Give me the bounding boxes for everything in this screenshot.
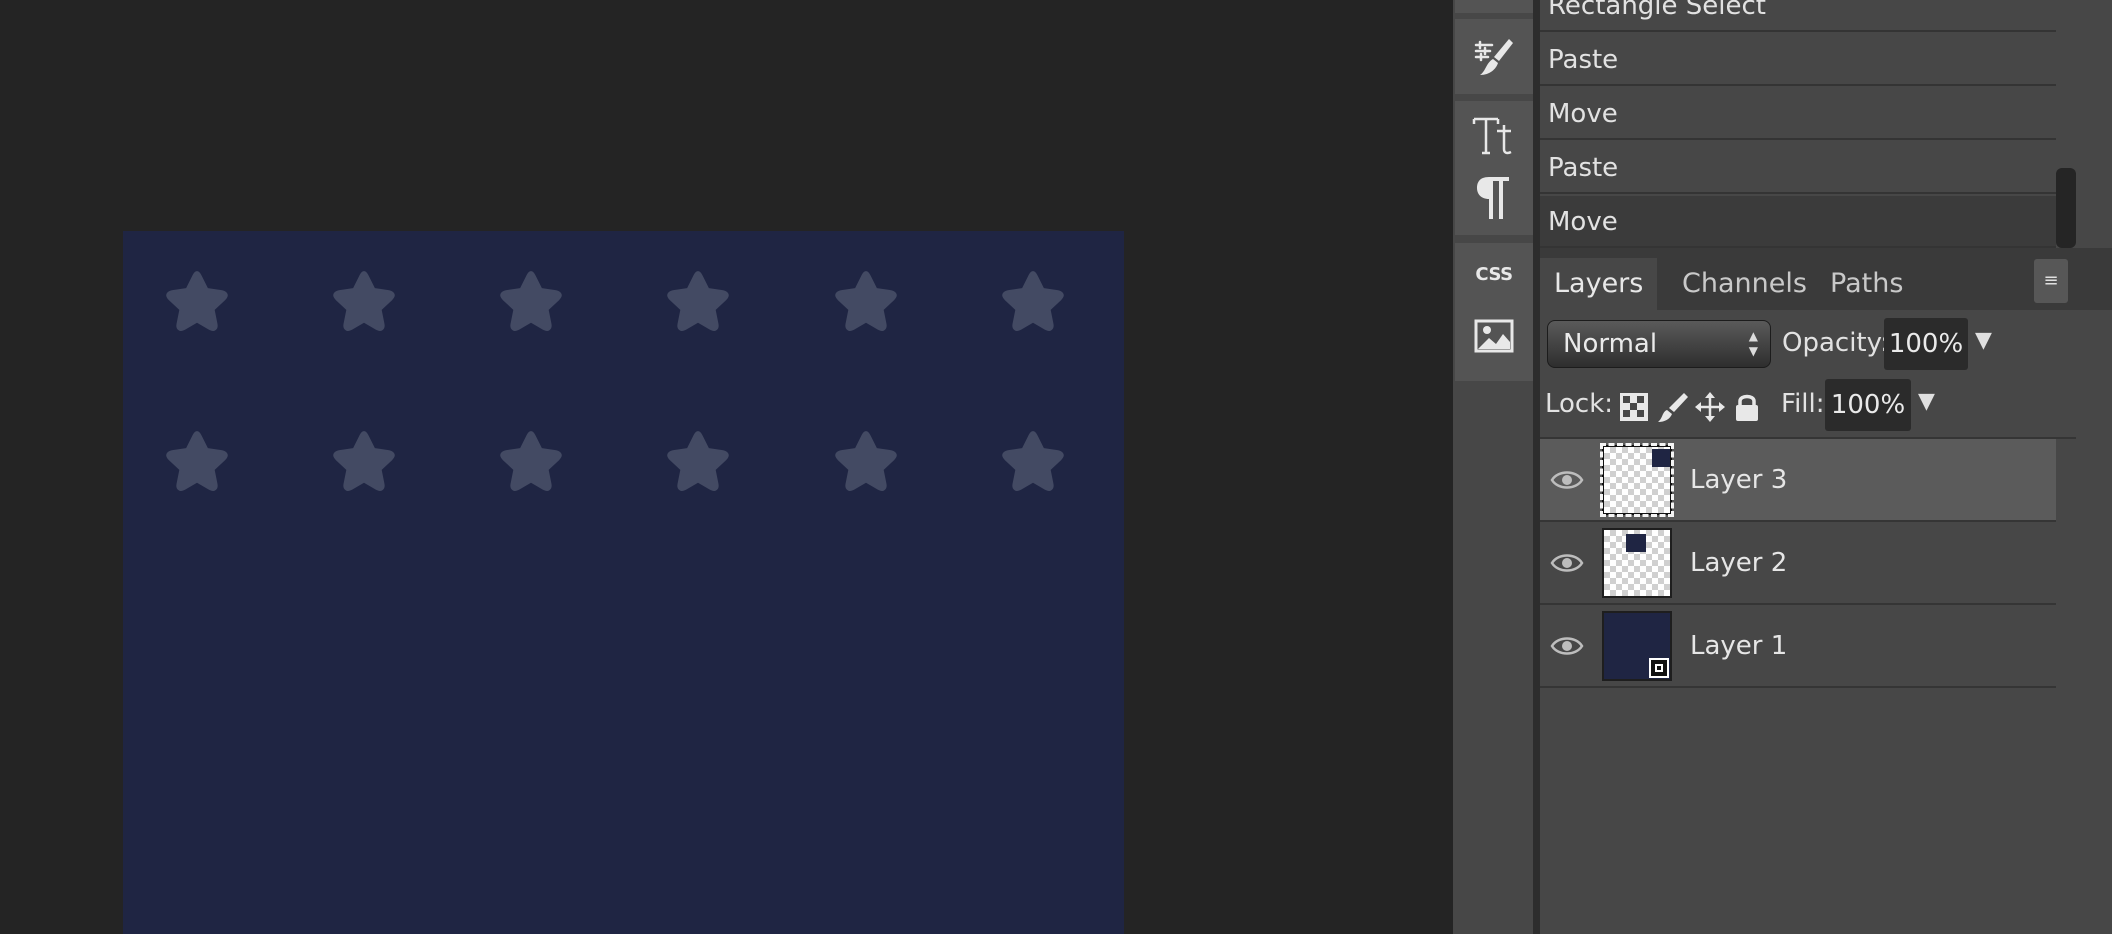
css-tool-button[interactable]: CSS bbox=[1455, 253, 1533, 293]
lock-position-icon[interactable] bbox=[1694, 391, 1726, 423]
tool-group-top bbox=[1455, 0, 1533, 13]
star-shape bbox=[999, 427, 1067, 495]
tool-group-extra: CSS bbox=[1455, 243, 1533, 381]
select-arrows-icon: ▲ ▼ bbox=[1748, 329, 1758, 358]
layer-name: Layer 3 bbox=[1690, 465, 1788, 495]
tool-group-text bbox=[1455, 101, 1533, 235]
lock-transparency-icon[interactable] bbox=[1618, 391, 1650, 423]
layer-name: Layer 1 bbox=[1690, 631, 1788, 661]
star-shape bbox=[664, 267, 732, 335]
layers-divider bbox=[1540, 437, 2076, 439]
fill-field[interactable]: 100% bbox=[1825, 379, 1911, 431]
thumbnail-content bbox=[1652, 449, 1670, 467]
fill-label: Fill: bbox=[1781, 389, 1825, 419]
fill-dropdown-icon[interactable]: ▼ bbox=[1918, 389, 1935, 414]
eye-icon[interactable] bbox=[1550, 629, 1584, 663]
history-panel: Rectangle Select Paste Move Paste Move bbox=[1540, 0, 2112, 248]
panel-divider[interactable] bbox=[1533, 0, 1540, 934]
tab-layers-label: Layers bbox=[1554, 268, 1644, 299]
css-icon: CSS bbox=[1472, 261, 1516, 285]
history-scrollbar-thumb[interactable] bbox=[2056, 168, 2076, 248]
text-icon bbox=[1471, 113, 1517, 159]
css-icon-label: CSS bbox=[1475, 264, 1512, 285]
tool-group-brush bbox=[1455, 19, 1533, 94]
layer-row[interactable]: Layer 3 bbox=[1540, 439, 2056, 522]
layer-name: Layer 2 bbox=[1690, 548, 1788, 578]
history-item[interactable]: Move bbox=[1540, 88, 2056, 140]
paragraph-icon bbox=[1475, 175, 1513, 221]
layer-row[interactable]: Layer 2 bbox=[1540, 522, 2056, 605]
tool-strip: CSS bbox=[1453, 0, 1533, 934]
tab-layers[interactable]: Layers bbox=[1540, 258, 1658, 310]
workspace bbox=[0, 0, 1453, 934]
eye-icon[interactable] bbox=[1550, 546, 1584, 580]
history-item-label: Paste bbox=[1548, 153, 1619, 183]
layer-thumbnail[interactable] bbox=[1602, 611, 1672, 681]
history-item-label: Rectangle Select bbox=[1548, 0, 1766, 21]
star-shape bbox=[163, 427, 231, 495]
smart-object-badge-icon bbox=[1649, 658, 1669, 678]
blend-mode-select[interactable]: Normal ▲ ▼ bbox=[1547, 320, 1771, 368]
thumbnail-content bbox=[1626, 534, 1646, 552]
history-item[interactable]: Paste bbox=[1540, 142, 2056, 194]
star-shape bbox=[330, 267, 398, 335]
lock-paint-icon[interactable] bbox=[1657, 391, 1689, 423]
tab-paths[interactable]: Paths bbox=[1816, 258, 1917, 310]
blend-mode-value: Normal bbox=[1563, 329, 1658, 359]
star-shape bbox=[999, 267, 1067, 335]
star-shape bbox=[664, 427, 732, 495]
right-panel: Rectangle Select Paste Move Paste Move L… bbox=[1540, 0, 2112, 934]
fill-value: 100% bbox=[1830, 390, 1906, 420]
history-item-label: Move bbox=[1548, 207, 1618, 237]
image-icon bbox=[1474, 319, 1514, 353]
brush-settings-button[interactable] bbox=[1455, 19, 1533, 94]
opacity-label: Opacity: bbox=[1782, 328, 1889, 358]
panel-tabs: Layers Channels Paths bbox=[1540, 248, 2112, 310]
star-shape bbox=[330, 427, 398, 495]
opacity-value: 100% bbox=[1888, 329, 1964, 359]
document-canvas[interactable] bbox=[123, 231, 1124, 934]
photo-editor-app: CSS Rectangle Select Paste Move Paste Mo… bbox=[0, 0, 2112, 934]
tab-channels-label: Channels bbox=[1682, 268, 1807, 299]
brush-settings-icon bbox=[1472, 35, 1516, 79]
opacity-field[interactable]: 100% bbox=[1884, 318, 1968, 370]
layers-list: Layer 3 Layer 2 Layer 1 bbox=[1540, 437, 2112, 934]
layer-thumbnail[interactable] bbox=[1602, 528, 1672, 598]
history-item-label: Move bbox=[1548, 99, 1618, 129]
paragraph-tool-button[interactable] bbox=[1455, 167, 1533, 229]
text-tool-button[interactable] bbox=[1455, 101, 1533, 171]
panel-menu-button[interactable]: ≡ bbox=[2034, 259, 2068, 303]
history-item-current[interactable]: Move bbox=[1540, 196, 2056, 248]
star-shape bbox=[832, 427, 900, 495]
layer-row[interactable]: Layer 1 bbox=[1540, 605, 2056, 688]
tab-paths-label: Paths bbox=[1830, 268, 1904, 299]
star-shape bbox=[497, 427, 565, 495]
image-tool-button[interactable] bbox=[1455, 311, 1533, 361]
lock-all-icon[interactable] bbox=[1731, 391, 1763, 423]
layer-thumbnail[interactable] bbox=[1600, 443, 1674, 517]
history-item[interactable]: Rectangle Select bbox=[1540, 0, 2056, 32]
history-item[interactable]: Paste bbox=[1540, 34, 2056, 86]
hamburger-icon: ≡ bbox=[2043, 270, 2059, 291]
opacity-dropdown-icon[interactable]: ▼ bbox=[1975, 328, 1992, 353]
star-shape bbox=[832, 267, 900, 335]
eye-icon[interactable] bbox=[1550, 463, 1584, 497]
history-item-label: Paste bbox=[1548, 45, 1619, 75]
star-shape bbox=[497, 267, 565, 335]
tab-channels[interactable]: Channels bbox=[1668, 258, 1821, 310]
lock-label: Lock: bbox=[1545, 389, 1614, 419]
star-shape bbox=[163, 267, 231, 335]
